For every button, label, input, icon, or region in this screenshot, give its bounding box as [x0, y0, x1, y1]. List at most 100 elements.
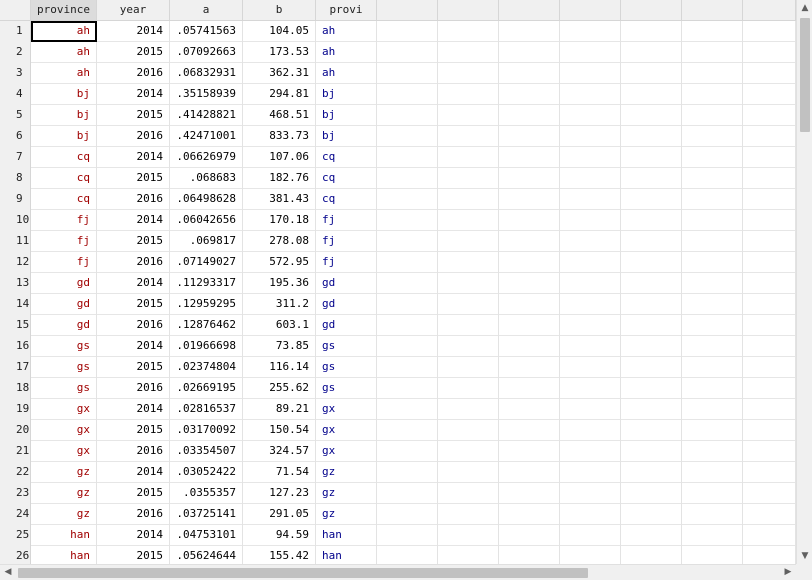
cell-empty[interactable]: [377, 273, 438, 294]
cell-empty[interactable]: [621, 546, 682, 564]
cell-b[interactable]: 603.1: [243, 315, 316, 336]
cell-empty[interactable]: [621, 315, 682, 336]
cell-a[interactable]: .069817: [170, 231, 243, 252]
horizontal-scrollbar[interactable]: ◀ ▶: [0, 564, 796, 580]
row-number[interactable]: 1: [0, 21, 31, 42]
cell-b[interactable]: 572.95: [243, 252, 316, 273]
cell-empty[interactable]: [560, 252, 621, 273]
cell-empty[interactable]: [621, 462, 682, 483]
cell-year[interactable]: 2014: [97, 273, 170, 294]
cell-empty[interactable]: [560, 294, 621, 315]
cell-empty[interactable]: [560, 42, 621, 63]
cell-empty[interactable]: [621, 84, 682, 105]
row-number[interactable]: 19: [0, 399, 31, 420]
cell-b[interactable]: 362.31: [243, 63, 316, 84]
cell-empty[interactable]: [377, 420, 438, 441]
table-row[interactable]: 24 gz 2016.03725141 291.05 gz: [0, 504, 796, 525]
cell-empty[interactable]: [438, 105, 499, 126]
cell-a[interactable]: .01966698: [170, 336, 243, 357]
cell-a[interactable]: .068683: [170, 168, 243, 189]
cell-empty[interactable]: [621, 378, 682, 399]
cell-empty[interactable]: [560, 21, 621, 42]
table-row[interactable]: 12 fj 2016.07149027 572.95 fj: [0, 252, 796, 273]
cell-empty[interactable]: [438, 441, 499, 462]
cell-b[interactable]: 195.36: [243, 273, 316, 294]
cell-provi[interactable]: gd: [316, 273, 377, 294]
cell-empty[interactable]: [438, 210, 499, 231]
cell-year[interactable]: 2014: [97, 210, 170, 231]
table-row[interactable]: 18 gs 2016.02669195 255.62 gs: [0, 378, 796, 399]
cell-a[interactable]: .07092663: [170, 42, 243, 63]
cell-empty[interactable]: [438, 21, 499, 42]
column-header-empty[interactable]: [377, 0, 438, 20]
cell-a[interactable]: .41428821: [170, 105, 243, 126]
cell-empty[interactable]: [499, 420, 560, 441]
column-header-empty[interactable]: [621, 0, 682, 20]
cell-empty[interactable]: [560, 105, 621, 126]
cell-a[interactable]: .11293317: [170, 273, 243, 294]
row-number[interactable]: 17: [0, 357, 31, 378]
cell-empty[interactable]: [743, 168, 796, 189]
column-header-empty[interactable]: [499, 0, 560, 20]
cell-empty[interactable]: [377, 378, 438, 399]
cell-empty[interactable]: [499, 462, 560, 483]
cell-empty[interactable]: [743, 483, 796, 504]
cell-empty[interactable]: [682, 210, 743, 231]
cell-empty[interactable]: [438, 462, 499, 483]
cell-empty[interactable]: [560, 189, 621, 210]
row-number[interactable]: 10: [0, 210, 31, 231]
cell-empty[interactable]: [682, 273, 743, 294]
cell-province[interactable]: gz: [31, 483, 97, 504]
cell-province[interactable]: fj: [31, 252, 97, 273]
cell-empty[interactable]: [743, 63, 796, 84]
cell-year[interactable]: 2015: [97, 420, 170, 441]
cell-b[interactable]: 170.18: [243, 210, 316, 231]
cell-b[interactable]: 294.81: [243, 84, 316, 105]
cell-empty[interactable]: [682, 357, 743, 378]
cell-a[interactable]: .05741563: [170, 21, 243, 42]
cell-empty[interactable]: [743, 210, 796, 231]
cell-province[interactable]: bj: [31, 126, 97, 147]
column-header-empty[interactable]: [560, 0, 621, 20]
cell-empty[interactable]: [743, 504, 796, 525]
cell-provi[interactable]: fj: [316, 210, 377, 231]
column-header-provi[interactable]: provi: [316, 0, 377, 20]
cell-empty[interactable]: [377, 126, 438, 147]
cell-year[interactable]: 2016: [97, 189, 170, 210]
cell-empty[interactable]: [621, 252, 682, 273]
cell-b[interactable]: 833.73: [243, 126, 316, 147]
cell-empty[interactable]: [743, 231, 796, 252]
cell-empty[interactable]: [743, 420, 796, 441]
cell-empty[interactable]: [621, 483, 682, 504]
table-row[interactable]: 16 gs 2014.01966698 73.85 gs: [0, 336, 796, 357]
cell-empty[interactable]: [621, 273, 682, 294]
cell-provi[interactable]: bj: [316, 105, 377, 126]
cell-empty[interactable]: [682, 42, 743, 63]
table-row[interactable]: 4 bj 2014.35158939 294.81 bj: [0, 84, 796, 105]
cell-a[interactable]: .03170092: [170, 420, 243, 441]
cell-a[interactable]: .06832931: [170, 63, 243, 84]
cell-a[interactable]: .06498628: [170, 189, 243, 210]
cell-empty[interactable]: [438, 399, 499, 420]
cell-empty[interactable]: [438, 336, 499, 357]
cell-province[interactable]: gd: [31, 315, 97, 336]
cell-year[interactable]: 2014: [97, 336, 170, 357]
cell-empty[interactable]: [682, 294, 743, 315]
table-row[interactable]: 10 fj 2014.06042656 170.18 fj: [0, 210, 796, 231]
cell-empty[interactable]: [438, 483, 499, 504]
cell-empty[interactable]: [377, 105, 438, 126]
cell-empty[interactable]: [438, 315, 499, 336]
cell-a[interactable]: .0355357: [170, 483, 243, 504]
cell-empty[interactable]: [743, 315, 796, 336]
row-number[interactable]: 11: [0, 231, 31, 252]
cell-province[interactable]: gs: [31, 336, 97, 357]
cell-empty[interactable]: [377, 168, 438, 189]
table-row[interactable]: 8 cq 2015.068683 182.76 cq: [0, 168, 796, 189]
cell-provi[interactable]: bj: [316, 126, 377, 147]
cell-provi[interactable]: gd: [316, 294, 377, 315]
cell-empty[interactable]: [743, 42, 796, 63]
cell-provi[interactable]: ah: [316, 21, 377, 42]
cell-empty[interactable]: [377, 357, 438, 378]
cell-a[interactable]: .03725141: [170, 504, 243, 525]
cell-empty[interactable]: [682, 21, 743, 42]
